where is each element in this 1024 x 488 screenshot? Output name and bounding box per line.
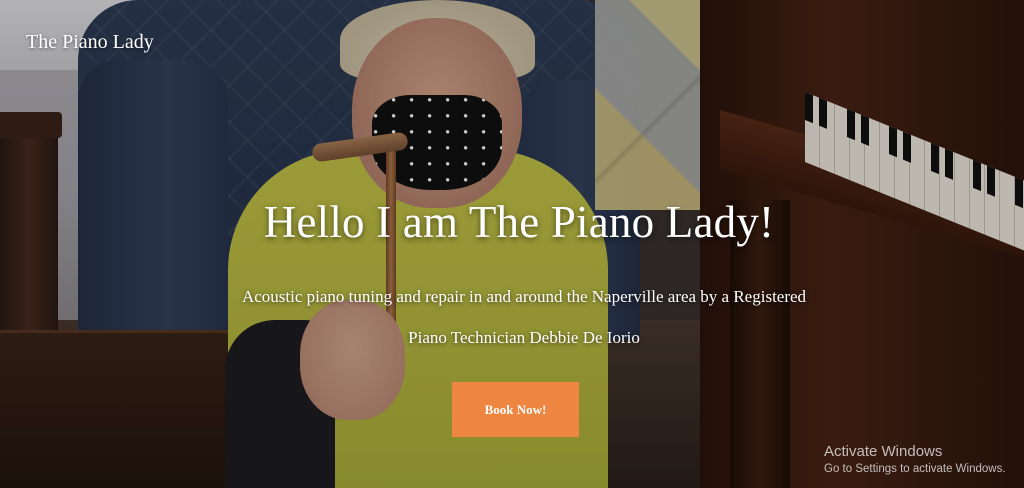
watermark-title: Activate Windows	[824, 443, 943, 460]
book-now-button[interactable]: Book Now!	[452, 382, 579, 437]
hero-content: Hello I am The Piano Lady! Acoustic pian…	[0, 196, 1024, 358]
watermark-subtitle: Go to Settings to activate Windows.	[824, 463, 1006, 475]
hero-subtitle-line2: Piano Technician Debbie De Iorio	[408, 328, 640, 347]
hero-title: Hello I am The Piano Lady!	[263, 197, 775, 247]
windows-activation-watermark: Activate Windows Go to Settings to activ…	[824, 443, 1006, 478]
hero-subtitle: Acoustic piano tuning and repair in and …	[152, 276, 872, 358]
hero-subtitle-line1: Acoustic piano tuning and repair in and …	[241, 287, 807, 306]
site-title-link[interactable]: The Piano Lady	[26, 31, 154, 54]
